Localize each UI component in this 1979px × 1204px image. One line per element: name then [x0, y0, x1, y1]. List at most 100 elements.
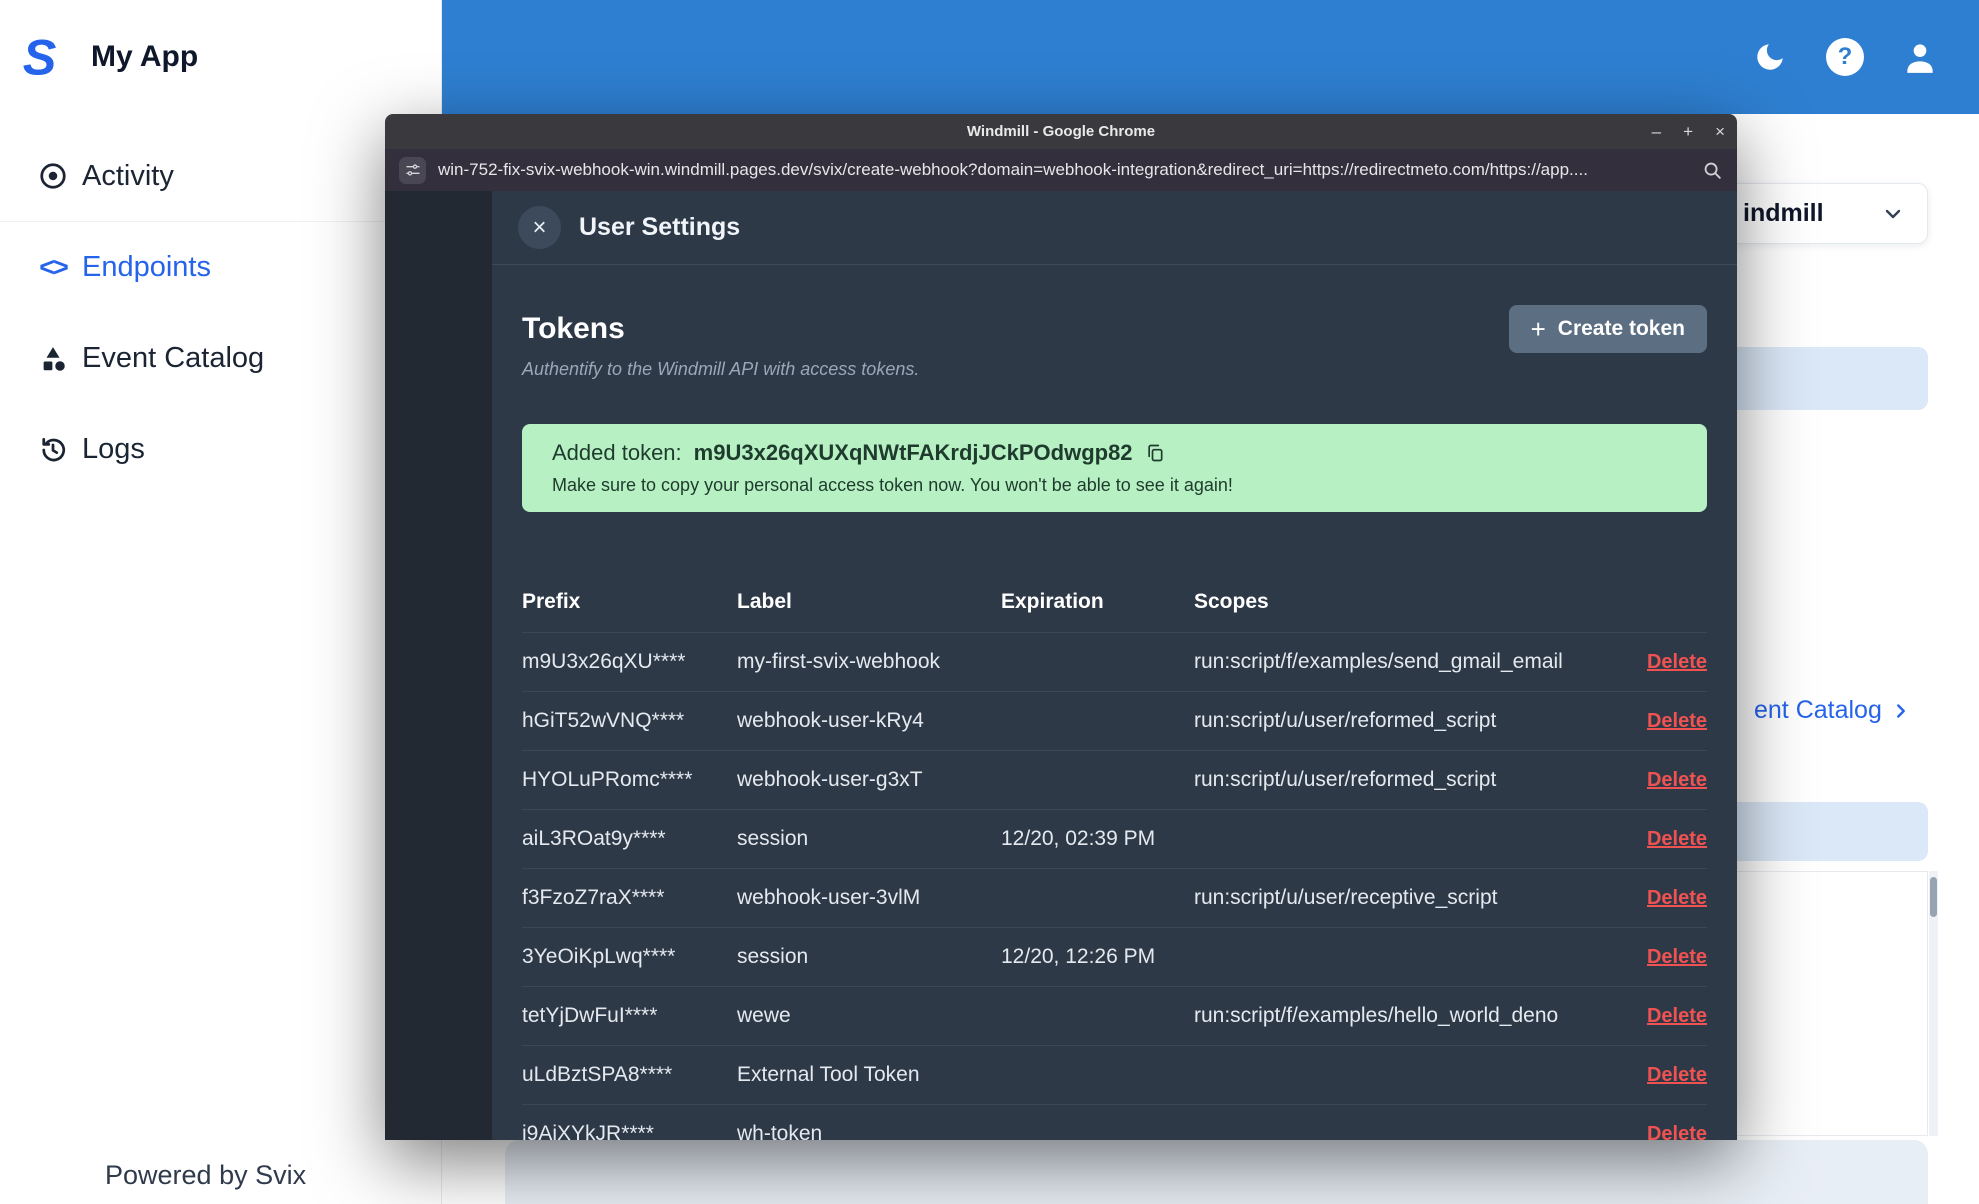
event-catalog-link[interactable]: ent Catalog [1754, 696, 1912, 725]
table-row: tetYjDwFuI**** wewe run:script/f/examples/… [522, 986, 1707, 1045]
activity-icon [36, 159, 70, 193]
delete-token-link[interactable]: Delete [1647, 887, 1707, 909]
table-row: HYOLuPRomc**** webhook-user-g3xT run:scrip… [522, 750, 1707, 809]
delete-token-link[interactable]: Delete [1647, 1064, 1707, 1086]
sidebar-item-logs[interactable]: Logs [0, 404, 441, 495]
delete-token-link[interactable]: Delete [1647, 946, 1707, 968]
drawer-header: × User Settings [492, 191, 1737, 265]
create-token-label: Create token [1557, 317, 1685, 340]
svg-text:S: S [23, 28, 57, 85]
delete-cell: Delete [1617, 709, 1707, 733]
chrome-window: Windmill - Google Chrome – + × win-752-f… [385, 114, 1737, 1140]
user-icon[interactable] [1900, 37, 1940, 77]
token-label: session [737, 945, 809, 968]
app-sidebar: S My App Activity <> Endpoints Event Cat… [0, 0, 442, 1204]
address-bar[interactable]: win-752-fix-svix-webhook-win.windmill.pa… [385, 149, 1737, 191]
token-label: session [737, 827, 809, 850]
delete-token-link[interactable]: Delete [1647, 769, 1707, 791]
background-bottom-panel [505, 1140, 1928, 1204]
shapes-icon [36, 342, 70, 376]
endpoints-code-icon: <> [39, 252, 69, 282]
window-controls: – + × [1652, 114, 1725, 149]
delete-token-link[interactable]: Delete [1647, 1123, 1707, 1140]
user-settings-drawer: × User Settings Tokens + Create token Au… [492, 191, 1737, 1140]
drawer-body: Tokens + Create token Authentify to the … [492, 305, 1737, 1140]
token-prefix: uLdBztSPA8**** [522, 1063, 673, 1086]
app-logo-row[interactable]: S My App [0, 0, 442, 114]
site-settings-icon[interactable] [399, 156, 426, 184]
delete-token-link[interactable]: Delete [1647, 651, 1707, 673]
token-label: webhook-user-3vlM [737, 886, 921, 909]
table-row: f3FzoZ7raX**** webhook-user-3vlM run:scrip… [522, 868, 1707, 927]
app-title: My App [91, 40, 199, 73]
window-title: Windmill - Google Chrome [966, 123, 1156, 140]
table-row: i9AjXYkJR**** wh-token Delete [522, 1104, 1707, 1140]
added-token-alert: Added token: m9U3x26qXUXqNWtFAKrdjJCkPOd… [522, 424, 1707, 512]
sidebar-nav: Activity <> Endpoints Event Catalog Logs [0, 131, 441, 495]
token-prefix: 3YeOiKpLwq**** [522, 945, 676, 968]
copy-icon[interactable] [1145, 443, 1165, 463]
delete-cell: Delete [1617, 768, 1707, 792]
token-scopes: run:script/f/examples/hello_world_deno [1194, 1004, 1559, 1027]
token-prefix: tetYjDwFuI**** [522, 1004, 658, 1027]
token-prefix: f3FzoZ7raX**** [522, 886, 665, 909]
token-label: my-first-svix-webhook [737, 650, 941, 673]
token-expiration: 12/20, 12:26 PM [1001, 945, 1156, 968]
table-row: aiL3ROat9y**** session 12/20, 02:39 PM Dele… [522, 809, 1707, 868]
url-text[interactable]: win-752-fix-svix-webhook-win.windmill.pa… [438, 160, 1689, 180]
delete-token-link[interactable]: Delete [1647, 828, 1707, 850]
sidebar-item-label: Endpoints [82, 251, 211, 283]
drawer-title: User Settings [579, 213, 741, 241]
delete-cell: Delete [1617, 827, 1707, 851]
delete-token-link[interactable]: Delete [1647, 1005, 1707, 1027]
minimize-button[interactable]: – [1652, 123, 1661, 140]
token-scopes: run:script/u/user/reformed_script [1194, 709, 1497, 732]
sidebar-item-endpoints[interactable]: <> Endpoints [0, 222, 441, 313]
table-row: 3YeOiKpLwq**** session 12/20, 12:26 PM Dele… [522, 927, 1707, 986]
tokens-subtitle: Authentify to the Windmill API with acce… [522, 359, 920, 379]
page-scrollbar[interactable] [1929, 871, 1938, 1136]
delete-cell: Delete [1617, 886, 1707, 910]
maximize-button[interactable]: + [1683, 123, 1693, 140]
svix-logo-icon: S [23, 28, 57, 85]
sidebar-item-label: Event Catalog [82, 342, 265, 374]
delete-cell: Delete [1617, 1004, 1707, 1028]
event-catalog-link-label: ent Catalog [1754, 696, 1882, 724]
search-icon[interactable] [1701, 159, 1723, 181]
sidebar-item-label: Logs [82, 433, 145, 465]
tokens-table-header: Prefix Label Expiration Scopes [522, 576, 1707, 632]
col-header-prefix: Prefix [522, 590, 581, 613]
tokens-heading: Tokens [522, 312, 625, 345]
alert-label: Added token: [552, 440, 682, 465]
tokens-table-body: m9U3x26qXU**** my-first-svix-webhook run:s… [522, 632, 1707, 1140]
dark-mode-moon-icon[interactable] [1750, 37, 1790, 77]
token-prefix: m9U3x26qXU**** [522, 650, 686, 673]
table-row: m9U3x26qXU**** my-first-svix-webhook run:s… [522, 632, 1707, 691]
close-icon[interactable]: × [518, 206, 561, 249]
token-prefix: hGiT52wVNQ**** [522, 709, 685, 732]
token-prefix: i9AjXYkJR**** [522, 1122, 654, 1140]
token-label: webhook-user-kRy4 [737, 709, 924, 732]
window-content: × User Settings Tokens + Create token Au… [385, 191, 1737, 1140]
token-expiration: 12/20, 02:39 PM [1001, 827, 1156, 850]
chevron-right-icon [1896, 703, 1905, 718]
delete-token-link[interactable]: Delete [1647, 710, 1707, 732]
delete-cell: Delete [1617, 945, 1707, 969]
token-label: wh-token [737, 1122, 823, 1140]
plus-icon: + [1530, 314, 1546, 344]
alert-note: Make sure to copy your personal access t… [552, 475, 1233, 495]
sidebar-item-event-catalog[interactable]: Event Catalog [0, 313, 441, 404]
sidebar-item-activity[interactable]: Activity [0, 131, 441, 222]
create-token-button[interactable]: + Create token [1508, 305, 1707, 353]
col-header-expiration: Expiration [1001, 590, 1104, 613]
scrollbar-thumb[interactable] [1930, 877, 1937, 917]
token-prefix: HYOLuPRomc**** [522, 768, 693, 791]
close-button[interactable]: × [1715, 123, 1725, 140]
help-icon[interactable]: ? [1825, 37, 1865, 77]
modal-overlay [385, 191, 492, 1140]
token-prefix: aiL3ROat9y**** [522, 827, 666, 850]
delete-cell: Delete [1617, 650, 1707, 674]
col-header-label: Label [737, 590, 792, 613]
window-titlebar[interactable]: Windmill - Google Chrome – + × [385, 114, 1737, 149]
token-value: m9U3x26qXUXqNWtFAKrdjJCkPOdwgp82 [693, 440, 1133, 465]
